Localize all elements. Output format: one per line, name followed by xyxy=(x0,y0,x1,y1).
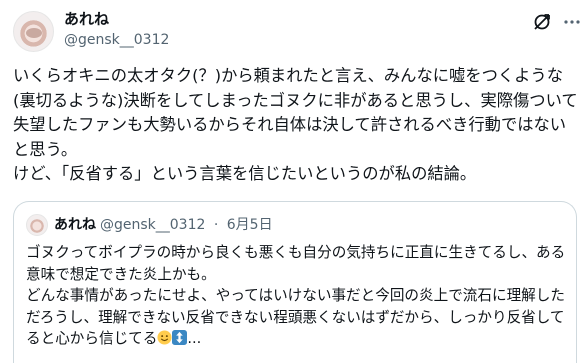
quoted-text: ゴヌクってボイプラの時から良くも悪くも自分の気持ちに正直に生きてるし、ある意味で… xyxy=(26,244,566,347)
quoted-tweet[interactable]: あれね @gensk__0312 · 6月5日 ゴヌクってボイプラの時から良くも悪… xyxy=(13,201,577,363)
quoted-text-block: ゴヌクってボイプラの時から良くも悪くも自分の気持ちに正直に生きてるし、ある意味で… xyxy=(26,242,570,350)
author-avatar[interactable] xyxy=(13,11,54,52)
quoted-ellipsis: ... xyxy=(187,330,202,347)
quoted-date: 6月5日 xyxy=(226,217,273,233)
quoted-avatar xyxy=(26,214,48,236)
quoted-author-name: あれね xyxy=(54,217,96,233)
quoted-header: あれね @gensk__0312 · 6月5日 xyxy=(54,214,273,236)
quoted-separator: · xyxy=(213,217,219,233)
quoted-author-handle: @gensk__0312 xyxy=(100,217,206,233)
more-icon[interactable] xyxy=(562,12,582,32)
smiley-emoji xyxy=(157,330,172,345)
author-handle[interactable]: @gensk__0312 xyxy=(64,31,169,49)
up-down-arrow-emoji xyxy=(172,330,188,345)
author-name[interactable]: あれね xyxy=(64,10,109,28)
tweet-text: いくらオキニの太オタク(？)から頼まれたと言え、みんなに嘘をつくような(裏切るよ… xyxy=(13,66,578,183)
grok-icon[interactable] xyxy=(532,12,552,32)
